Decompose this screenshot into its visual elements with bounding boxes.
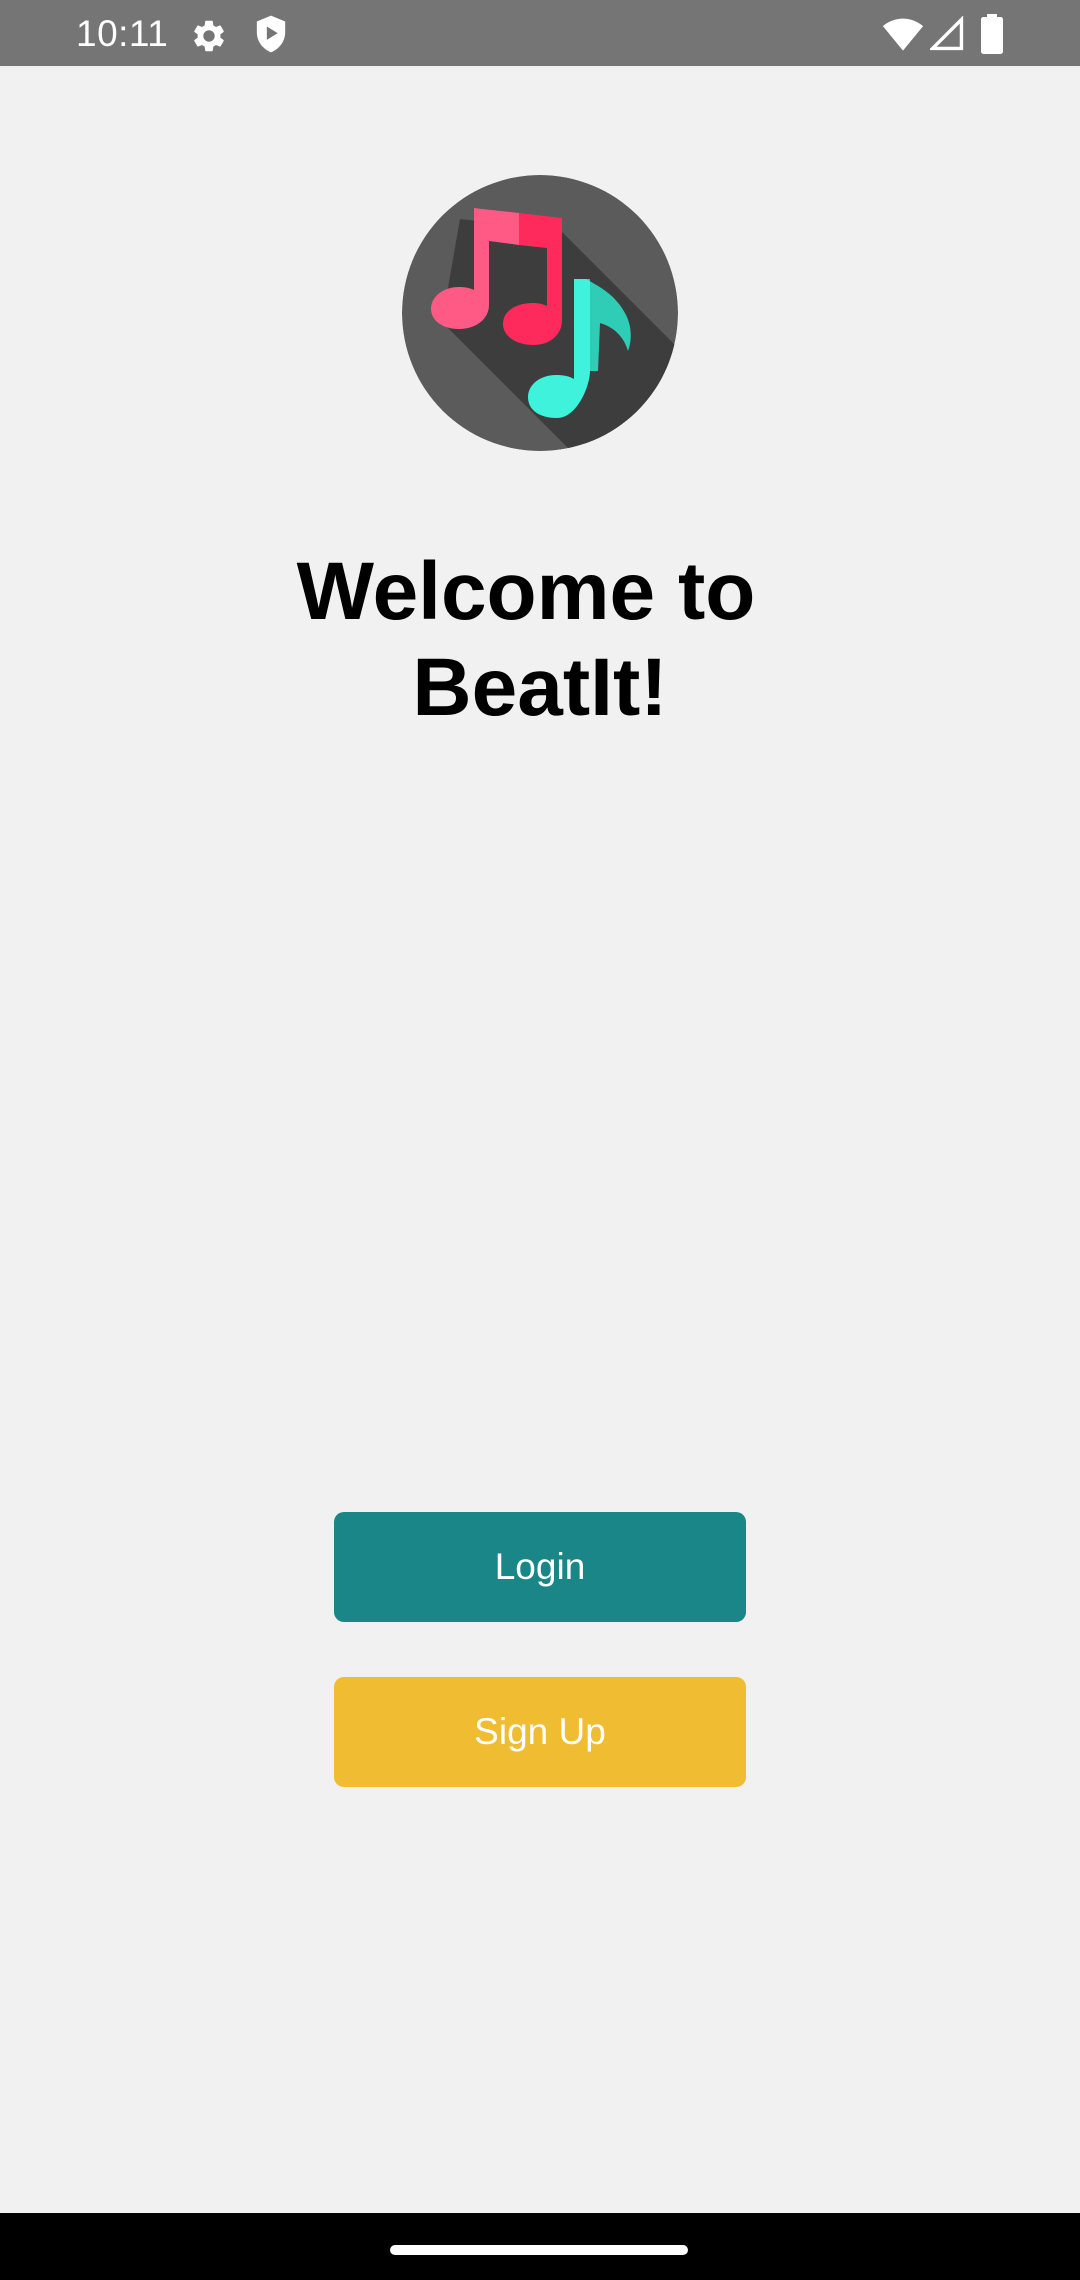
welcome-title-line1: Welcome to (296, 546, 756, 637)
navigation-bar (0, 2213, 1080, 2280)
gear-icon (194, 20, 224, 52)
welcome-title: Welcome to BeatIt! (0, 544, 1080, 736)
home-gesture-handle[interactable] (390, 2245, 688, 2255)
status-bar: 10:11 (0, 0, 1080, 66)
music-notes-icon (402, 175, 678, 451)
signal-icon (930, 16, 964, 51)
login-button[interactable]: Login (334, 1512, 746, 1622)
status-time: 10:11 (76, 13, 169, 54)
welcome-title-line2: BeatIt! (412, 642, 668, 733)
welcome-screen: 10:11 Welcome to BeatIt! Login Sign Up (0, 0, 1080, 2280)
shield-icon (256, 15, 286, 53)
battery-icon (981, 14, 1003, 54)
signup-button[interactable]: Sign Up (334, 1677, 746, 1787)
wifi-icon (882, 18, 924, 51)
